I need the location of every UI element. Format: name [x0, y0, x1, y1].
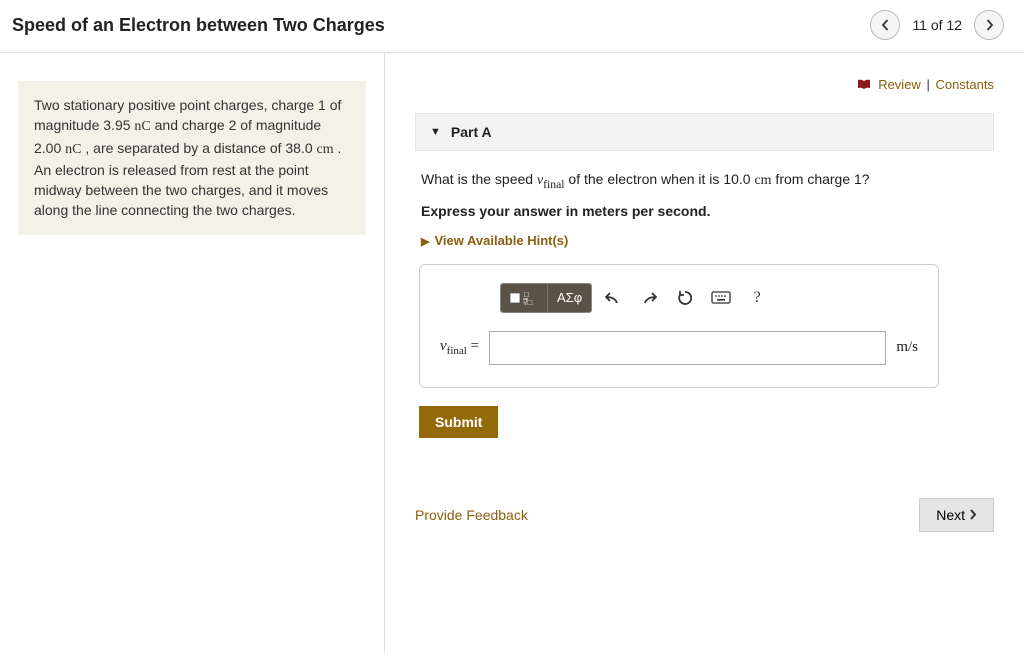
review-link[interactable]: Review [878, 77, 921, 92]
undo-icon [605, 291, 621, 305]
template-tool-button[interactable]: □√□ [501, 284, 548, 312]
problem-statement: Two stationary positive point charges, c… [18, 81, 366, 235]
triangle-right-icon: ▶ [421, 236, 429, 248]
top-links: Review | Constants [415, 77, 994, 93]
constants-link[interactable]: Constants [935, 77, 994, 92]
redo-icon [641, 291, 657, 305]
answer-input[interactable] [489, 331, 886, 365]
page-counter: 11 of 12 [912, 17, 962, 33]
page-title: Speed of an Electron between Two Charges [12, 15, 385, 36]
next-page-button[interactable]: Next [919, 498, 994, 532]
prev-button[interactable] [870, 10, 900, 40]
reset-icon [677, 290, 693, 306]
caret-down-icon: ▼ [430, 126, 441, 138]
reset-button[interactable] [670, 284, 700, 312]
view-hints-link[interactable]: ▶View Available Hint(s) [421, 233, 994, 248]
book-icon [857, 78, 871, 93]
redo-button[interactable] [634, 284, 664, 312]
answer-unit: m/s [896, 339, 918, 356]
chevron-left-icon [881, 19, 890, 31]
question-text: What is the speed vfinal of the electron… [421, 171, 994, 191]
answer-instruction: Express your answer in meters per second… [421, 203, 994, 219]
page-navigation: 11 of 12 [870, 10, 1004, 40]
part-a-label: Part A [451, 124, 492, 140]
part-a-header[interactable]: ▼ Part A [415, 113, 994, 151]
answer-box: □√□ ΑΣφ ? vfinal = [419, 264, 939, 388]
chevron-right-icon [969, 509, 977, 520]
svg-text:√□: √□ [523, 298, 532, 306]
next-button[interactable] [974, 10, 1004, 40]
undo-button[interactable] [598, 284, 628, 312]
template-icon: □√□ [510, 290, 538, 306]
keyboard-icon [711, 291, 731, 304]
equation-toolbar: □√□ ΑΣφ ? [500, 283, 918, 313]
help-button[interactable]: ? [742, 284, 772, 312]
submit-button[interactable]: Submit [419, 406, 498, 438]
provide-feedback-link[interactable]: Provide Feedback [415, 507, 528, 523]
greek-tool-button[interactable]: ΑΣφ [548, 284, 591, 312]
answer-variable: vfinal = [440, 338, 479, 357]
chevron-right-icon [985, 19, 994, 31]
keyboard-button[interactable] [706, 284, 736, 312]
separator: | [926, 77, 929, 92]
